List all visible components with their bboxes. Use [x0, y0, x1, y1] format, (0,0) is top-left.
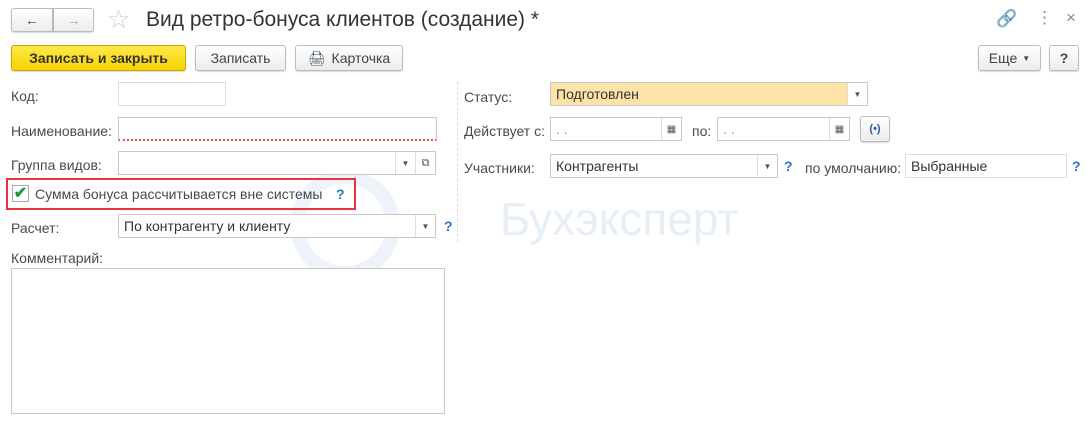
save-button[interactable]: Записать: [195, 45, 286, 71]
to-date-input[interactable]: . . ▦: [717, 117, 850, 141]
status-select[interactable]: Подготовлен ▼: [550, 82, 868, 106]
comment-textarea[interactable]: [11, 268, 445, 414]
calc-dropdown-button[interactable]: ▼: [415, 215, 435, 237]
group-dropdown-button[interactable]: ▼: [395, 152, 415, 174]
to-date-value: . .: [723, 121, 735, 137]
calendar-icon[interactable]: ▦: [829, 118, 849, 140]
comment-label: Комментарий:: [11, 250, 104, 266]
calc-help[interactable]: ?: [444, 218, 453, 234]
help-button[interactable]: ?: [1049, 45, 1079, 71]
forward-button[interactable]: →: [53, 8, 94, 32]
printer-icon: 🖨: [307, 49, 326, 66]
group-label: Группа видов:: [11, 157, 102, 173]
from-date-input[interactable]: . . ▦: [550, 117, 682, 141]
card-label: Карточка: [331, 50, 391, 66]
more-label: Еще: [988, 50, 1018, 66]
name-input[interactable]: [118, 117, 437, 141]
participants-dropdown-button[interactable]: ▼: [757, 155, 777, 177]
external-calc-checkbox[interactable]: ✔: [12, 185, 29, 202]
period-button[interactable]: (•): [860, 116, 890, 142]
favorite-star-icon[interactable]: ☆: [107, 4, 130, 35]
calendar-icon[interactable]: ▦: [661, 118, 681, 140]
default-input[interactable]: Выбранные: [905, 154, 1067, 178]
more-button[interactable]: Еще ▼: [978, 45, 1041, 71]
code-label: Код:: [11, 88, 39, 104]
participants-label: Участники:: [464, 160, 535, 176]
external-calc-help[interactable]: ?: [336, 186, 345, 202]
participants-select[interactable]: Контрагенты ▼: [550, 154, 778, 178]
default-help[interactable]: ?: [1072, 158, 1081, 174]
status-dropdown-button[interactable]: ▼: [847, 83, 867, 105]
card-button[interactable]: 🖨 Карточка: [295, 45, 403, 71]
close-icon[interactable]: ×: [1066, 8, 1076, 28]
calc-select[interactable]: По контрагенту и клиенту ▼: [118, 214, 436, 238]
column-divider: [457, 82, 458, 242]
code-input[interactable]: [118, 82, 226, 106]
status-value: Подготовлен: [556, 86, 639, 102]
from-label: Действует с:: [464, 123, 545, 139]
default-label: по умолчанию:: [805, 160, 902, 176]
group-input[interactable]: ▼ ⧉: [118, 151, 436, 175]
back-button[interactable]: ←: [11, 8, 53, 32]
to-label: по:: [692, 123, 712, 139]
name-label: Наименование:: [11, 123, 112, 139]
participants-value: Контрагенты: [556, 158, 639, 174]
external-calc-label[interactable]: Сумма бонуса рассчитывается вне системы: [35, 186, 322, 202]
calc-value: По контрагенту и клиенту: [124, 218, 291, 234]
calc-label: Расчет:: [11, 220, 60, 236]
save-and-close-button[interactable]: Записать и закрыть: [11, 45, 186, 71]
link-icon[interactable]: 🔗: [996, 9, 1017, 29]
from-date-value: . .: [556, 121, 568, 137]
open-icon[interactable]: ⧉: [415, 152, 435, 174]
menu-icon[interactable]: ⋮: [1036, 8, 1053, 28]
status-label: Статус:: [464, 89, 513, 105]
page-title: Вид ретро-бонуса клиентов (создание) *: [146, 8, 540, 31]
participants-help[interactable]: ?: [784, 158, 793, 174]
watermark: Бухэксперт: [500, 193, 739, 245]
